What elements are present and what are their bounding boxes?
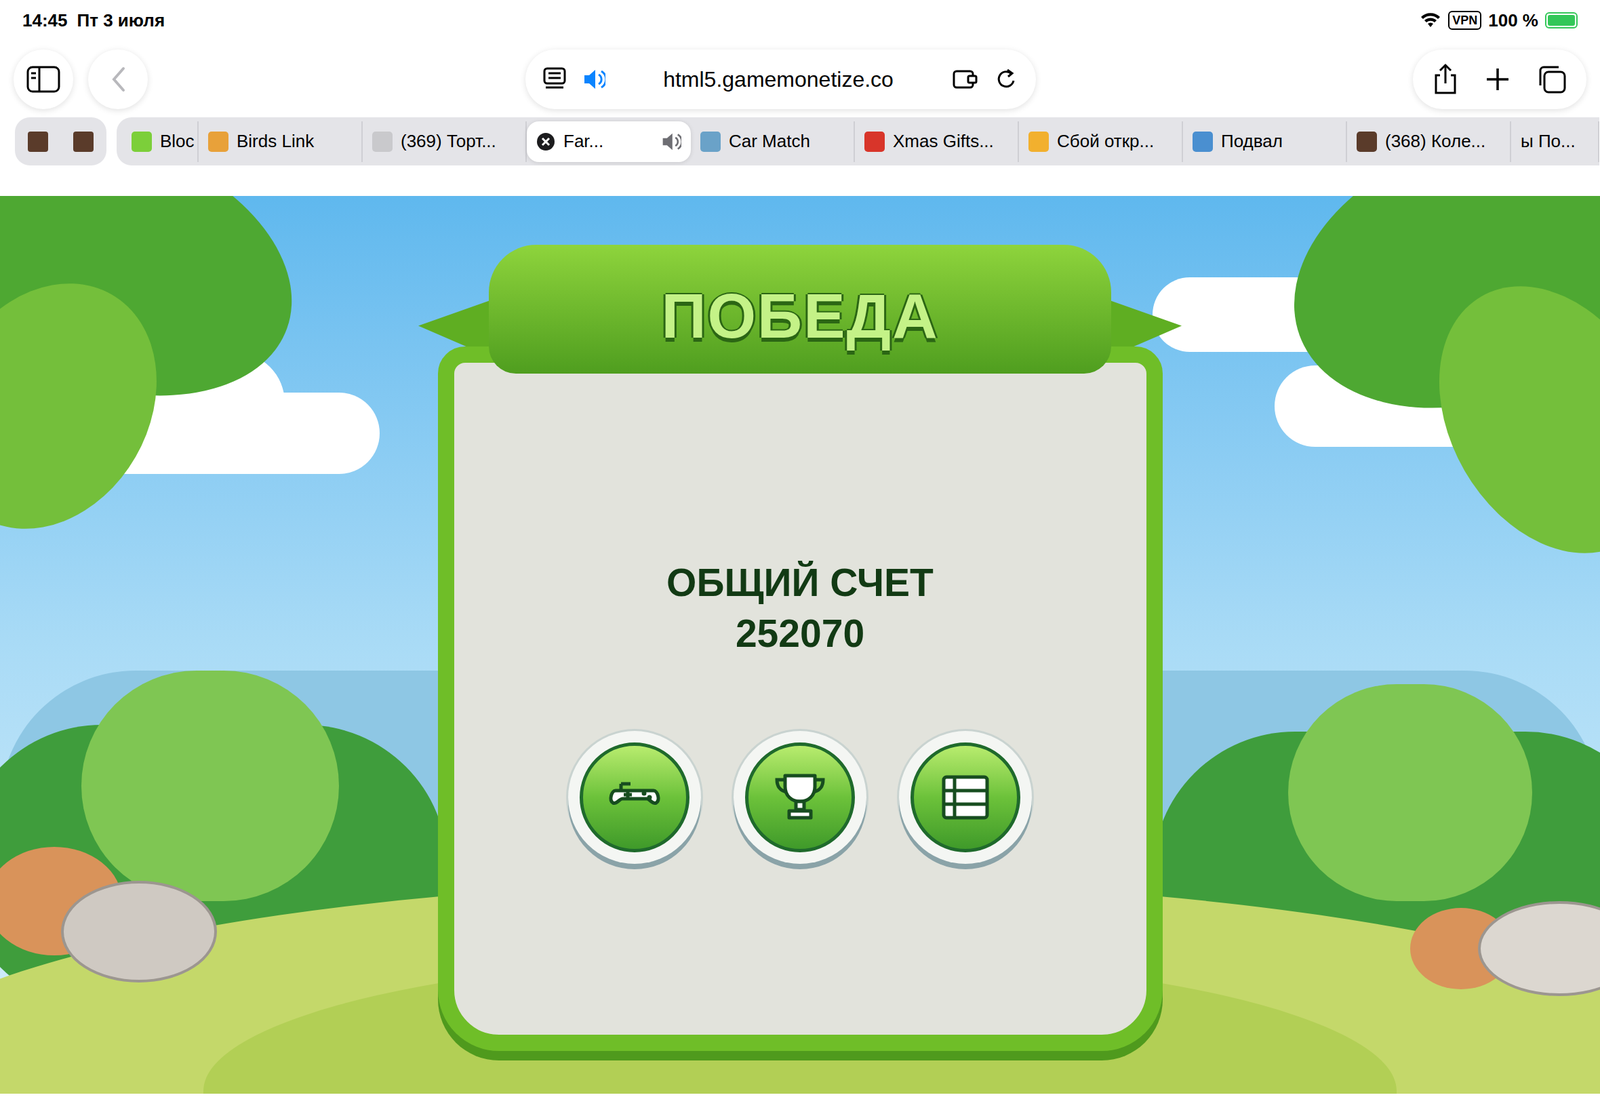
tab-label: Xmas Gifts... [892,128,1000,155]
battery-icon [1545,12,1578,29]
tab-strip: Bloc Birds Link (369) Торт... Far... Car Mat… [116,117,1600,166]
toolbar-actions [1412,49,1587,110]
speaker-icon[interactable] [661,130,682,153]
button-face [910,742,1021,853]
vpn-badge: VPN [1448,10,1482,30]
game-canvas[interactable]: ПОБЕДА ОБЩИЙ СЧЕТ 252070 [0,195,1600,1094]
tab-label: Сбой откр... [1056,128,1165,155]
play-button[interactable] [568,730,702,864]
browser-tab[interactable]: Сбой откр... [1018,121,1184,163]
tab-label: Bloc [160,128,180,155]
favicon-icon [1356,131,1377,152]
favicon-icon [864,131,885,152]
reader-icon[interactable] [543,67,567,92]
sidebar-icon [26,65,61,93]
browser-tab[interactable]: Xmas Gifts... [854,121,1019,163]
favicon-icon [131,131,152,152]
browser-tab[interactable]: Подвал [1183,121,1348,163]
toolbar: html5.gamemonetize.co [0,40,1600,118]
back-icon [109,65,127,93]
favicon-icon [1028,131,1049,152]
time: 14:45 [22,7,68,34]
speaker-icon[interactable] [582,67,606,92]
pinned-tab[interactable] [65,124,102,160]
bush [81,670,339,902]
favicon-icon [372,131,393,152]
tab-label: ы По... [1520,128,1581,155]
wifi-icon [1419,12,1442,29]
tab-bar: Bloc Birds Link (369) Торт... Far... Car Mat… [14,117,1600,166]
tabs-overview-icon[interactable] [1536,63,1568,95]
browser-tab[interactable]: ы По... [1511,121,1600,163]
date: Пт 3 июля [77,7,166,34]
tab-label: Far... [563,128,653,155]
tab-label: (369) Торт... [400,128,508,155]
sidebar-button[interactable] [13,49,74,110]
bush [1288,684,1533,902]
button-face [745,742,855,853]
score-value: 252070 [735,610,865,657]
browser-tab[interactable]: Far... [526,121,691,163]
favicon-icon [1192,131,1213,152]
button-face [579,742,690,853]
address-bar[interactable]: html5.gamemonetize.co [525,49,1036,110]
title-ribbon: ПОБЕДА [488,244,1112,374]
pinned-tab[interactable] [20,124,56,160]
tab-label: Подвал [1221,128,1329,155]
victory-panel: ПОБЕДА ОБЩИЙ СЧЕТ 252070 [418,244,1182,1051]
new-tab-icon[interactable] [1484,65,1512,93]
url-text: html5.gamemonetize.co [621,63,936,96]
gamepad-icon [600,763,669,832]
tab-label: (368) Коле... [1385,128,1493,155]
score-label: ОБЩИЙ СЧЕТ [666,559,934,606]
tab-label: Birds Link [236,128,344,155]
reload-icon[interactable] [995,67,1019,92]
menu-button[interactable] [898,730,1032,864]
share-icon[interactable] [1431,63,1459,96]
panel-body: ОБЩИЙ СЧЕТ 252070 [437,346,1163,1051]
button-row [568,730,1032,864]
battery-level: 100 % [1488,7,1539,34]
browser-tab[interactable]: Birds Link [198,121,363,163]
status-bar: 14:45 Пт 3 июля VPN 100 % [0,0,1600,41]
title: ПОБЕДА [661,269,939,363]
list-icon [931,763,1000,832]
trophy-icon [766,763,834,832]
tab-label: Car Match [728,128,836,155]
rock [61,880,217,983]
favicon-icon [208,131,229,152]
favicon-icon [700,131,721,152]
favicon-icon [73,131,94,152]
browser-tab[interactable]: Bloc [122,121,199,163]
pinned-tabs [14,117,107,166]
tab-audio[interactable] [661,130,682,153]
browser-tab[interactable]: Car Match [690,121,855,163]
browser-tab[interactable]: (369) Торт... [362,121,527,163]
back-button[interactable] [88,49,148,110]
speaker-icon[interactable] [582,67,606,92]
leaderboard-button[interactable] [733,730,867,864]
close-icon[interactable] [536,132,556,152]
extension-icon[interactable] [951,67,979,91]
favicon-icon [27,131,49,152]
browser-tab[interactable]: (368) Коле... [1347,121,1512,163]
